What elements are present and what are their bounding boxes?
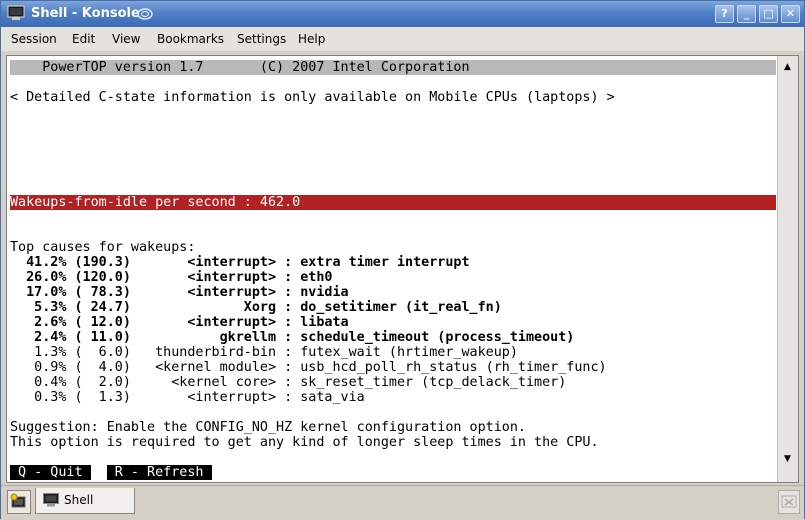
wakeups-bar: Wakeups-from-idle per second : 462.0 [10, 195, 776, 210]
minimize-button[interactable]: _ [737, 5, 756, 23]
close-session-icon [781, 495, 797, 508]
terminal-tab-icon [43, 493, 59, 507]
suggestion-line-1: Suggestion: Enable the CONFIG_NO_HZ kern… [10, 420, 526, 435]
cause-row: 0.3% ( 1.3) <interrupt> : sata_via [10, 390, 365, 405]
window-title: Shell - Konsole [31, 6, 140, 21]
terminal-app-icon[interactable] [7, 5, 25, 21]
cause-row: 17.0% ( 78.3) <interrupt> : nvidia [10, 285, 349, 300]
key-hints: Q - Quit R - Refresh [10, 465, 212, 480]
cause-row: 5.3% ( 24.7) Xorg : do_setitimer (it_rea… [10, 300, 502, 315]
scroll-up-arrow-icon[interactable]: ▲ [780, 60, 795, 74]
cause-row: 41.2% (190.3) <interrupt> : extra timer … [10, 255, 470, 270]
scroll-down-arrow-icon[interactable]: ▼ [780, 452, 795, 466]
menu-help[interactable]: Help [298, 32, 325, 46]
new-session-button[interactable] [7, 490, 31, 514]
menu-session[interactable]: Session [11, 32, 57, 46]
cause-row: 0.9% ( 4.0) <kernel module> : usb_hcd_po… [10, 360, 607, 375]
powertop-header: PowerTOP version 1.7 (C) 2007 Intel Corp… [10, 60, 776, 75]
menu-bookmarks[interactable]: Bookmarks [157, 32, 224, 46]
menu-bar: Session Edit View Bookmarks Settings Hel… [1, 27, 804, 51]
konsole-window: Shell - Konsole ? _ □ ✕ Session Edit Vie… [0, 0, 805, 520]
refresh-key[interactable]: R - Refresh [106, 465, 212, 480]
quit-key[interactable]: Q - Quit [10, 465, 91, 480]
new-session-icon [10, 493, 26, 508]
cause-row: 26.0% (120.0) <interrupt> : eth0 [10, 270, 333, 285]
cause-row: 1.3% ( 6.0) thunderbird-bin : futex_wait… [10, 345, 518, 360]
tab-bar: Shell [1, 485, 804, 520]
help-button[interactable]: ? [715, 5, 734, 23]
cause-row: 2.6% ( 12.0) <interrupt> : libata [10, 315, 349, 330]
tab-shell[interactable]: Shell [35, 488, 135, 514]
close-button[interactable]: ✕ [781, 5, 800, 23]
terminal-frame: PowerTOP version 1.7 (C) 2007 Intel Corp… [6, 55, 799, 483]
maximize-button[interactable]: □ [759, 5, 778, 23]
tab-shell-label: Shell [64, 493, 94, 507]
menu-edit[interactable]: Edit [72, 32, 95, 46]
cause-row: 0.4% ( 2.0) <kernel core> : sk_reset_tim… [10, 375, 567, 390]
terminal-scrollbar[interactable]: ▲ ▼ [777, 56, 798, 482]
suggestion-line-2: This option is required to get any kind … [10, 435, 599, 450]
swirl-icon [137, 8, 153, 20]
cstate-note: < Detailed C-state information is only a… [10, 90, 615, 105]
menu-settings[interactable]: Settings [237, 32, 286, 46]
terminal-output[interactable]: PowerTOP version 1.7 (C) 2007 Intel Corp… [10, 58, 777, 480]
cause-row: 2.4% ( 11.0) gkrellm : schedule_timeout … [10, 330, 575, 345]
menu-view[interactable]: View [112, 32, 140, 46]
close-tab-button[interactable] [778, 490, 800, 514]
title-bar[interactable]: Shell - Konsole ? _ □ ✕ [1, 1, 804, 27]
top-causes-title: Top causes for wakeups: [10, 240, 196, 255]
